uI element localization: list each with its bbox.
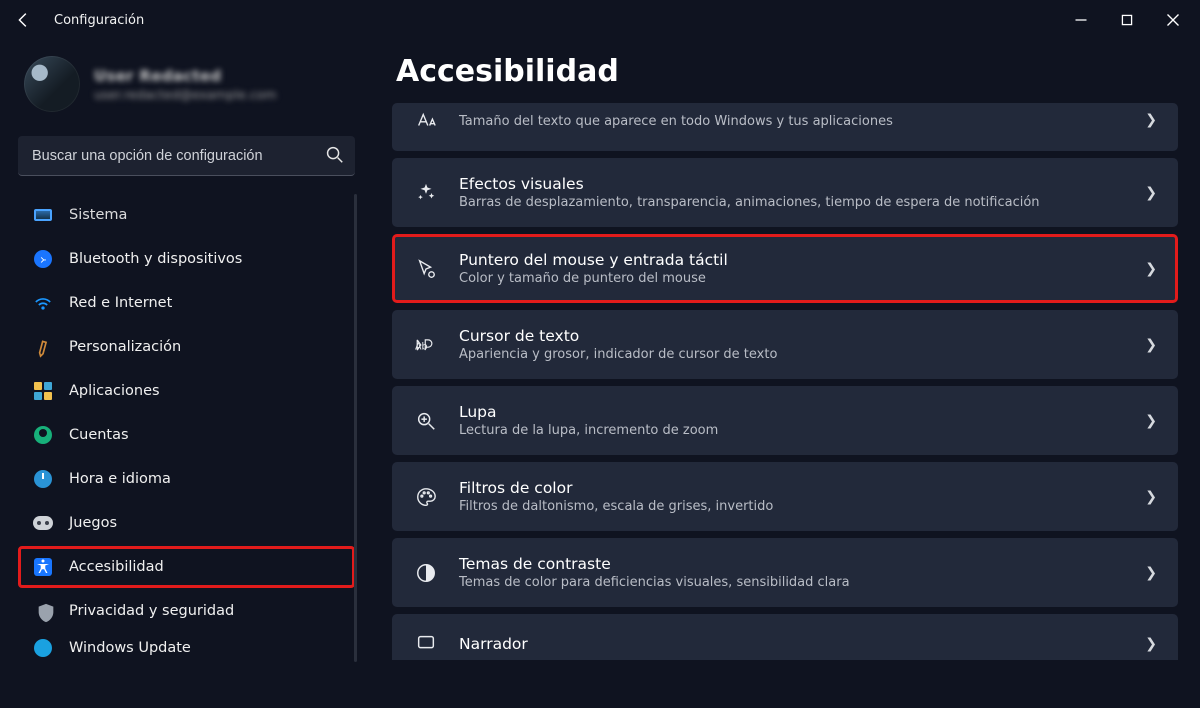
sidebar-item-privacidad[interactable]: Privacidad y seguridad bbox=[18, 590, 355, 632]
chevron-right-icon: ❯ bbox=[1145, 337, 1157, 353]
close-button[interactable] bbox=[1150, 0, 1196, 40]
card-efectos-visuales[interactable]: Efectos visuales Barras de desplazamient… bbox=[392, 158, 1178, 227]
sidebar-item-accesibilidad[interactable]: Accesibilidad bbox=[18, 546, 355, 588]
card-filtros-color[interactable]: Filtros de color Filtros de daltonismo, … bbox=[392, 462, 1178, 531]
card-desc: Barras de desplazamiento, transparencia,… bbox=[459, 195, 1125, 210]
page-title: Accesibilidad bbox=[396, 54, 1178, 89]
chevron-right-icon: ❯ bbox=[1145, 413, 1157, 429]
card-desc: Color y tamaño de puntero del mouse bbox=[459, 271, 1125, 286]
card-desc: Temas de color para deficiencias visuale… bbox=[459, 575, 1125, 590]
card-narrador[interactable]: Narrador ❯ bbox=[392, 614, 1178, 660]
sidebar-item-label: Bluetooth y dispositivos bbox=[69, 251, 242, 267]
sidebar-item-label: Cuentas bbox=[69, 427, 129, 443]
chevron-right-icon: ❯ bbox=[1145, 636, 1157, 652]
card-title: Efectos visuales bbox=[459, 175, 1125, 193]
sidebar-item-cuentas[interactable]: Cuentas bbox=[18, 414, 355, 456]
text-cursor-icon: Ab bbox=[413, 332, 439, 358]
magnifier-icon bbox=[413, 408, 439, 434]
sidebar-item-label: Privacidad y seguridad bbox=[69, 603, 234, 619]
card-title: Filtros de color bbox=[459, 479, 1125, 497]
sidebar-item-red[interactable]: Red e Internet bbox=[18, 282, 355, 324]
monitor-icon bbox=[33, 205, 53, 225]
card-title: Narrador bbox=[459, 635, 1125, 653]
user-email: user.redacted@example.com bbox=[94, 87, 277, 102]
clock-icon bbox=[33, 469, 53, 489]
chevron-right-icon: ❯ bbox=[1145, 489, 1157, 505]
card-title: Lupa bbox=[459, 403, 1125, 421]
card-title: Temas de contraste bbox=[459, 555, 1125, 573]
sidebar-item-label: Red e Internet bbox=[69, 295, 172, 311]
card-desc: Filtros de daltonismo, escala de grises,… bbox=[459, 499, 1125, 514]
sidebar-item-bluetooth[interactable]: ᚛ Bluetooth y dispositivos bbox=[18, 238, 355, 280]
minimize-button[interactable] bbox=[1058, 0, 1104, 40]
sidebar-item-label: Personalización bbox=[69, 339, 181, 355]
card-title: Puntero del mouse y entrada táctil bbox=[459, 251, 1125, 269]
shield-icon bbox=[33, 601, 53, 621]
card-puntero-mouse[interactable]: Puntero del mouse y entrada táctil Color… bbox=[392, 234, 1178, 303]
search-icon bbox=[323, 143, 345, 169]
mouse-pointer-icon bbox=[413, 256, 439, 282]
sidebar-item-label: Aplicaciones bbox=[69, 383, 160, 399]
apps-icon bbox=[33, 381, 53, 401]
text-size-icon bbox=[413, 107, 439, 133]
card-desc: Apariencia y grosor, indicador de cursor… bbox=[459, 347, 1125, 362]
sidebar-item-label: Windows Update bbox=[69, 640, 191, 656]
search-box[interactable] bbox=[18, 136, 355, 176]
chevron-right-icon: ❯ bbox=[1145, 565, 1157, 581]
narrator-icon bbox=[413, 631, 439, 657]
card-title: Cursor de texto bbox=[459, 327, 1125, 345]
user-profile[interactable]: User Redacted user.redacted@example.com bbox=[18, 52, 355, 116]
contrast-icon bbox=[413, 560, 439, 586]
card-tamano-texto[interactable]: Tamaño del texto que aparece en todo Win… bbox=[392, 103, 1178, 151]
back-button[interactable] bbox=[4, 0, 44, 40]
sidebar-item-personalizacion[interactable]: Personalización bbox=[18, 326, 355, 368]
sidebar-item-sistema[interactable]: Sistema bbox=[18, 194, 355, 236]
chevron-right-icon: ❯ bbox=[1145, 112, 1157, 128]
maximize-button[interactable] bbox=[1104, 0, 1150, 40]
update-icon bbox=[33, 638, 53, 658]
card-lupa[interactable]: Lupa Lectura de la lupa, incremento de z… bbox=[392, 386, 1178, 455]
sidebar-item-juegos[interactable]: Juegos bbox=[18, 502, 355, 544]
gamepad-icon bbox=[33, 513, 53, 533]
chevron-right-icon: ❯ bbox=[1145, 185, 1157, 201]
card-desc: Tamaño del texto que aparece en todo Win… bbox=[459, 114, 1125, 129]
sidebar-item-label: Sistema bbox=[69, 207, 127, 223]
palette-icon bbox=[413, 484, 439, 510]
sidebar-item-hora[interactable]: Hora e idioma bbox=[18, 458, 355, 500]
card-temas-contraste[interactable]: Temas de contraste Temas de color para d… bbox=[392, 538, 1178, 607]
brush-icon bbox=[33, 337, 53, 357]
sidebar-item-windows-update[interactable]: Windows Update bbox=[18, 634, 355, 662]
sidebar-item-aplicaciones[interactable]: Aplicaciones bbox=[18, 370, 355, 412]
sidebar-item-label: Hora e idioma bbox=[69, 471, 171, 487]
card-cursor-texto[interactable]: Ab Cursor de texto Apariencia y grosor, … bbox=[392, 310, 1178, 379]
user-name: User Redacted bbox=[94, 67, 277, 85]
svg-text:Ab: Ab bbox=[415, 341, 428, 352]
bluetooth-icon: ᚛ bbox=[33, 249, 53, 269]
card-desc: Lectura de la lupa, incremento de zoom bbox=[459, 423, 1125, 438]
search-input[interactable] bbox=[32, 148, 323, 164]
wifi-icon bbox=[33, 293, 53, 313]
avatar bbox=[24, 56, 80, 112]
user-icon bbox=[33, 425, 53, 445]
sparkle-icon bbox=[413, 180, 439, 206]
app-title: Configuración bbox=[54, 13, 144, 28]
chevron-right-icon: ❯ bbox=[1145, 261, 1157, 277]
sidebar-item-label: Juegos bbox=[69, 515, 117, 531]
accessibility-icon bbox=[33, 557, 53, 577]
sidebar-item-label: Accesibilidad bbox=[69, 559, 164, 575]
